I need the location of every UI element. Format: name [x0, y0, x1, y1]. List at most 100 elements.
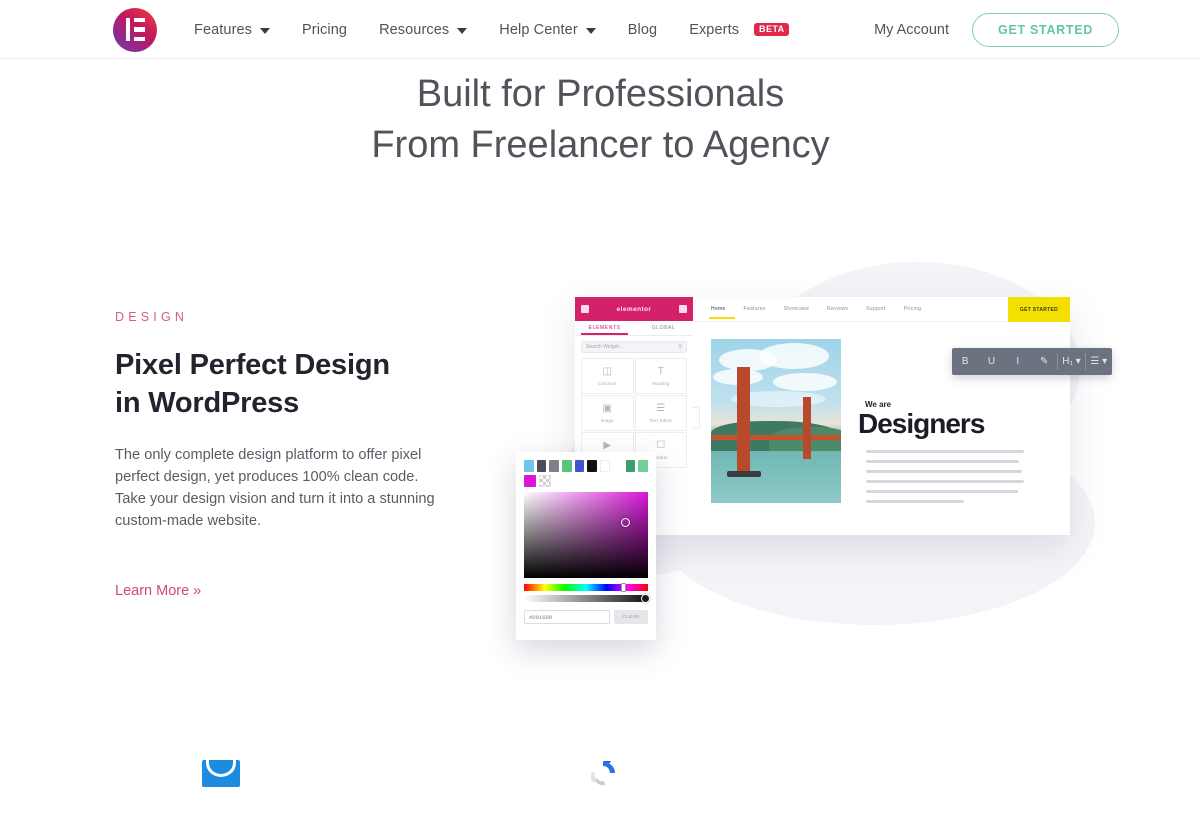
tab-global[interactable]: GLOBAL — [634, 321, 693, 335]
top-navbar: Features Pricing Resources Help Center B… — [0, 0, 1201, 59]
color-swatch[interactable] — [549, 460, 559, 472]
hex-input[interactable]: #D916D9 — [524, 610, 610, 624]
italic-button[interactable]: I — [1005, 356, 1031, 367]
settings-icon[interactable] — [679, 305, 687, 313]
elementor-logo[interactable] — [113, 8, 158, 52]
swatch-row-2 — [524, 475, 648, 487]
widget-search-placeholder: Search Widget... — [586, 344, 623, 350]
feature-title: Pixel Perfect Design in WordPress — [115, 349, 390, 419]
preview-nav-pricing[interactable]: Pricing — [904, 306, 921, 312]
swatch-spacer — [613, 460, 623, 472]
heading-dropdown-button[interactable]: H₁ ▾ — [1058, 356, 1084, 367]
alpha-slider-handle[interactable] — [641, 593, 650, 603]
color-swatch[interactable] — [587, 460, 597, 472]
widget-label: Columns — [597, 380, 617, 386]
logo-e-mark — [126, 18, 145, 41]
color-swatch[interactable] — [536, 460, 547, 472]
hero-line-1: Built for Professionals — [416, 73, 785, 115]
editor-tabs: ELEMENTS GLOBAL — [575, 321, 693, 336]
search-icon: ⚲ — [678, 344, 682, 350]
nav-label-help-center: Help Center — [499, 21, 578, 38]
columns-icon: ◫ — [602, 365, 612, 377]
page-root: Features Pricing Resources Help Center B… — [0, 0, 1201, 823]
my-account-link[interactable]: My Account — [874, 22, 949, 38]
hero-section: Built for Professionals From Freelancer … — [0, 60, 1201, 171]
widget-image[interactable]: ▣ Image — [581, 395, 634, 431]
widget-heading[interactable]: T Heading — [634, 358, 687, 394]
editor-panel-header: elementor — [575, 297, 693, 321]
get-started-button[interactable]: GET STARTED — [972, 12, 1119, 47]
recaptcha-glyph — [590, 761, 615, 786]
video-icon: ▶ — [603, 439, 612, 451]
clear-button[interactable]: CLEAR — [614, 610, 648, 624]
color-picker-panel: #D916D9 CLEAR — [516, 452, 656, 640]
mail-icon[interactable] — [202, 760, 240, 787]
link-icon[interactable]: ✎ — [1031, 356, 1057, 367]
swatch-row-1 — [524, 460, 648, 472]
saturation-value-area[interactable] — [524, 492, 648, 578]
logo-circle — [113, 8, 157, 52]
color-swatch[interactable] — [638, 460, 648, 472]
nav-label-experts: Experts — [689, 21, 740, 38]
preview-nav-support[interactable]: Support — [866, 306, 886, 312]
text-editor-icon: ☰ — [656, 402, 666, 414]
chevron-down-icon — [585, 27, 596, 34]
golden-gate-bridge-photo — [711, 339, 841, 503]
bold-button[interactable]: B — [952, 356, 978, 367]
nav-item-experts[interactable]: Experts BETA — [689, 21, 790, 38]
menu-icon[interactable] — [581, 305, 589, 313]
preview-nav-features[interactable]: Features — [744, 306, 766, 312]
color-swatch[interactable] — [524, 460, 534, 472]
beta-badge: BETA — [754, 22, 790, 37]
nav-label-pricing: Pricing — [302, 21, 348, 38]
hue-slider-handle[interactable] — [621, 583, 626, 592]
learn-more-link[interactable]: Learn More » — [115, 583, 201, 599]
color-swatch[interactable] — [599, 460, 610, 472]
hero-line-2: From Freelancer to Agency — [371, 124, 830, 166]
transparent-swatch[interactable] — [539, 475, 551, 487]
page-title: Built for Professionals From Freelancer … — [0, 69, 1201, 171]
nav-item-pricing[interactable]: Pricing — [302, 22, 347, 38]
nav-right: My Account GET STARTED — [874, 0, 1119, 59]
alpha-slider[interactable] — [524, 593, 650, 603]
nav-item-help-center[interactable]: Help Center — [499, 21, 596, 38]
preview-nav-reviews[interactable]: Reviews — [827, 306, 848, 312]
widget-search-box[interactable]: Search Widget... ⚲ — [581, 341, 687, 353]
nav-label-blog: Blog — [627, 21, 658, 38]
color-swatch-selected[interactable] — [524, 475, 536, 487]
preview-headline: Designers — [858, 408, 985, 439]
hue-slider[interactable] — [524, 583, 648, 592]
widget-text-editor[interactable]: ☰ Text Editor — [634, 395, 687, 431]
list-dropdown-button[interactable]: ☰ ▾ — [1086, 356, 1112, 367]
preview-nav-showcase[interactable]: Showcase — [784, 306, 809, 312]
heading-icon: T — [657, 365, 664, 377]
recaptcha-icon[interactable] — [586, 758, 620, 790]
preview-paragraph — [866, 450, 1024, 511]
widget-label: Text Editor — [649, 417, 673, 423]
nav-item-resources[interactable]: Resources — [379, 22, 468, 38]
website-preview: Home Features Showcase Reviews Support P… — [693, 297, 1070, 535]
chevron-down-icon — [260, 27, 271, 34]
color-swatch[interactable] — [574, 460, 585, 472]
saturation-cursor[interactable] — [621, 518, 630, 527]
chevron-down-icon — [457, 27, 468, 34]
underline-button[interactable]: U — [978, 356, 1004, 367]
button-icon: ☐ — [656, 439, 666, 451]
nav-item-features[interactable]: Features — [194, 21, 271, 38]
image-icon: ▣ — [602, 402, 612, 414]
panel-resize-handle[interactable]: ⋮ — [693, 407, 700, 429]
active-tab-indicator — [581, 333, 628, 335]
preview-nav-home[interactable]: Home — [709, 306, 735, 319]
nav-links: Features Pricing Resources Help Center B… — [194, 0, 821, 59]
rich-text-toolbar: B U I ✎ H₁ ▾ ☰ ▾ — [952, 348, 1112, 375]
preview-get-started-button[interactable]: GET STARTED — [1008, 297, 1070, 322]
nav-item-blog[interactable]: Blog — [628, 22, 657, 38]
feature-eyebrow: DESIGN — [115, 310, 189, 324]
widget-label: Image — [600, 417, 614, 423]
editor-logo-text: elementor — [616, 305, 652, 313]
widget-columns[interactable]: ◫ Columns — [581, 358, 634, 394]
nav-label-features: Features — [194, 21, 253, 38]
color-swatch[interactable] — [625, 460, 636, 472]
color-swatch[interactable] — [561, 460, 572, 472]
widget-label: Heading — [651, 380, 670, 386]
